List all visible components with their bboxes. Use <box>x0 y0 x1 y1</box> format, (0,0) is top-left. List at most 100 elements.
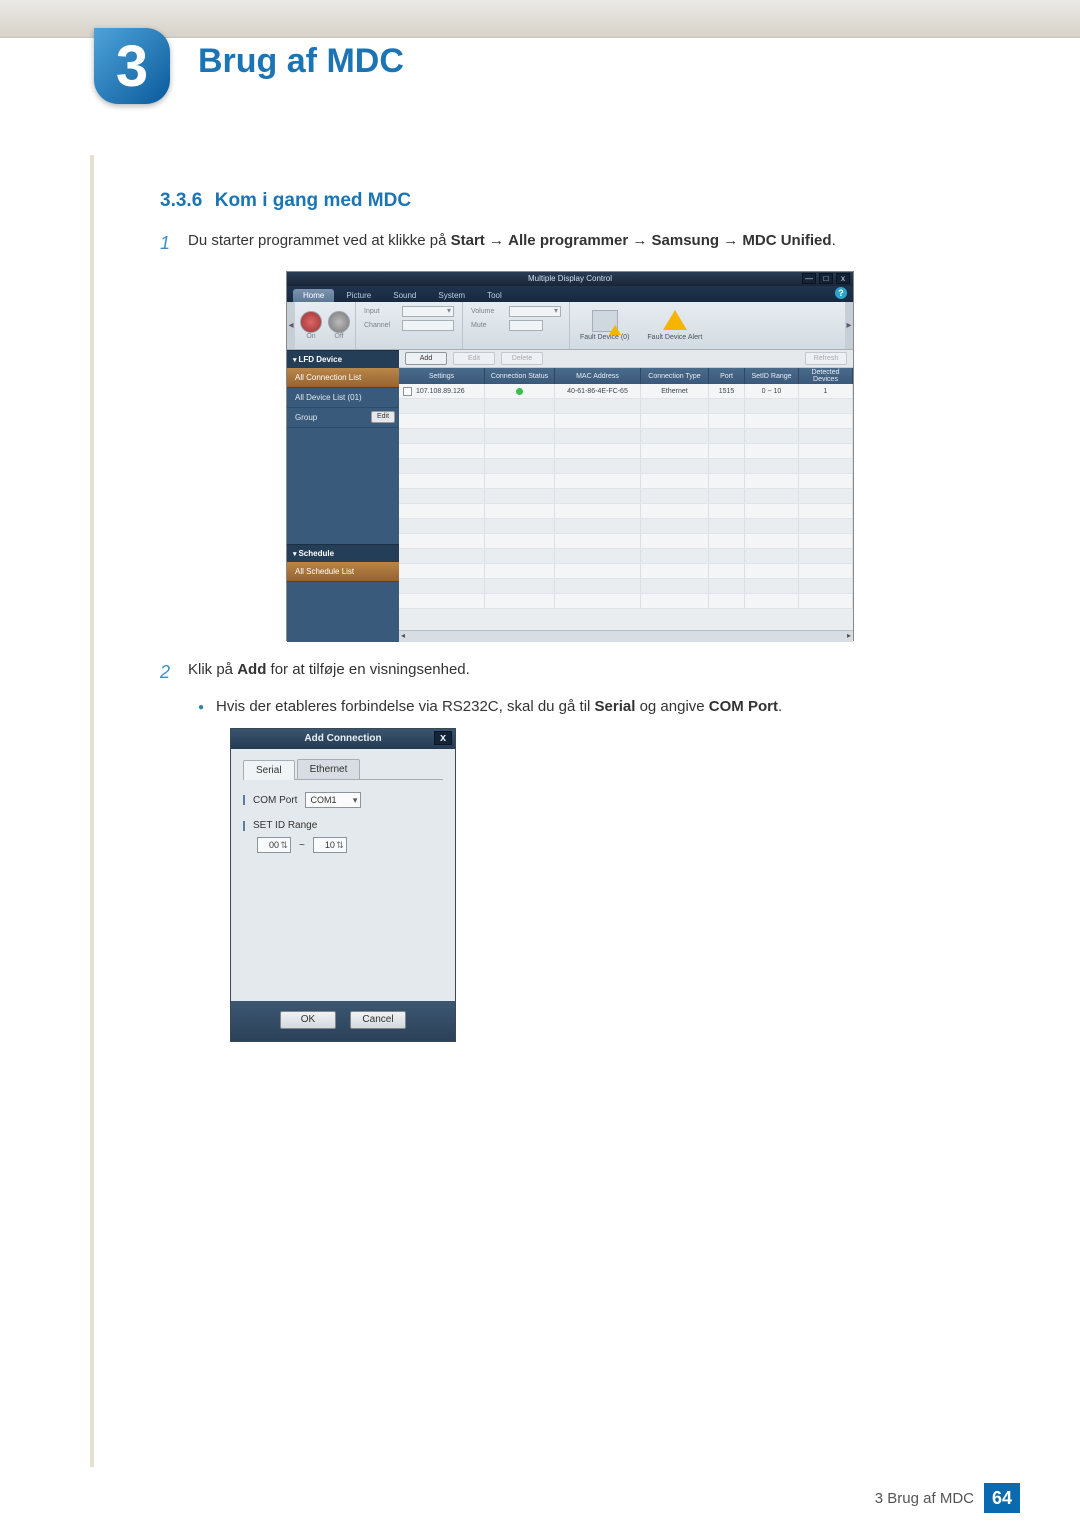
page-footer: 3 Brug af MDC 64 <box>0 1483 1080 1513</box>
mute-label: Mute <box>471 322 505 329</box>
channel-label: Channel <box>364 322 398 329</box>
range-separator: ~ <box>299 840 305 851</box>
footer-label: 3 Brug af MDC <box>875 1490 974 1507</box>
step-number: 2 <box>160 659 188 686</box>
input-label: Input <box>364 308 398 315</box>
tab-home[interactable]: Home <box>293 289 334 302</box>
side-hdr-lfd[interactable]: LFD Device <box>287 350 399 368</box>
comport-row: COM Port COM1 <box>243 792 443 808</box>
cancel-button[interactable]: Cancel <box>350 1011 406 1029</box>
dialog-body: Serial Ethernet COM Port COM1 SET ID Ran… <box>231 749 455 1001</box>
side-hdr-schedule[interactable]: Schedule <box>287 544 399 562</box>
ribbon-scroll-right[interactable]: ▸ <box>845 302 853 349</box>
tab-ethernet[interactable]: Ethernet <box>297 759 361 779</box>
step-1: 1 Du starter programmet ved at klikke på… <box>160 230 980 257</box>
table-row <box>399 474 853 489</box>
col-connstatus: Connection Status <box>485 368 555 384</box>
channel-stepper[interactable] <box>402 320 454 331</box>
horizontal-scrollbar[interactable] <box>399 630 853 642</box>
table-row <box>399 444 853 459</box>
table-row <box>399 564 853 579</box>
col-settings: Settings <box>399 368 485 384</box>
mdc-screenshot: Multiple Display Control — □ x Home Pict… <box>286 271 854 641</box>
section-number: 3.3.6 <box>160 190 202 211</box>
side-panel: LFD Device All Connection List All Devic… <box>287 350 399 642</box>
table-row <box>399 504 853 519</box>
chapter-number-badge: 3 <box>94 28 170 104</box>
field-marker-icon <box>243 795 245 805</box>
main-tabbar: Home Picture Sound System Tool ? <box>287 286 853 302</box>
fault-device-icon[interactable]: Fault Device (0) <box>580 310 629 341</box>
step-2-text: Klik på Add for at tilføje en visningsen… <box>188 659 980 686</box>
ribbon-scroll-left[interactable]: ◂ <box>287 302 295 349</box>
page-top-bar <box>0 0 1080 38</box>
input-select[interactable] <box>402 306 454 317</box>
ribbon-input-group: Input Channel <box>355 302 462 349</box>
dialog-close-button[interactable]: x <box>434 731 452 745</box>
side-all-device[interactable]: All Device List (01) <box>287 388 399 408</box>
row-checkbox[interactable] <box>403 387 412 396</box>
table-row <box>399 399 853 414</box>
power-off-label: Off <box>328 333 350 340</box>
step-1-text: Du starter programmet ved at klikke på S… <box>188 230 980 257</box>
side-group[interactable]: Group Edit <box>287 408 399 428</box>
edit-button[interactable]: Edit <box>453 352 495 365</box>
delete-button[interactable]: Delete <box>501 352 543 365</box>
tab-system[interactable]: System <box>428 289 475 302</box>
range-to-stepper[interactable]: 10 <box>313 837 347 853</box>
side-all-connection[interactable]: All Connection List <box>287 368 399 388</box>
bullet-icon: ● <box>198 698 216 718</box>
table-row <box>399 414 853 429</box>
step-2: 2 Klik på Add for at tilføje en visnings… <box>160 659 980 686</box>
ok-button[interactable]: OK <box>280 1011 336 1029</box>
refresh-button[interactable]: Refresh <box>805 352 847 365</box>
status-dot-icon <box>516 388 523 395</box>
section-title: Kom i gang med MDC <box>215 190 411 211</box>
comport-select[interactable]: COM1 <box>305 792 361 808</box>
bullet-rs232c: ● Hvis der etableres forbindelse via RS2… <box>198 698 980 718</box>
fault-alert-icon[interactable]: Fault Device Alert <box>647 310 702 341</box>
help-icon[interactable]: ? <box>835 287 847 299</box>
table-row <box>399 519 853 534</box>
col-detected: Detected Devices <box>799 368 853 384</box>
action-row: Add Edit Delete Refresh <box>399 350 853 368</box>
col-conntype: Connection Type <box>641 368 709 384</box>
power-off-button[interactable] <box>328 311 350 333</box>
power-on-button[interactable] <box>300 311 322 333</box>
table-row <box>399 549 853 564</box>
step-number: 1 <box>160 230 188 257</box>
group-edit-button[interactable]: Edit <box>371 411 395 423</box>
content-area: 3.3.6 Kom i gang med MDC 1 Du starter pr… <box>160 190 980 1042</box>
window-controls: — □ x <box>802 273 850 284</box>
maximize-button[interactable]: □ <box>819 273 833 284</box>
close-button[interactable]: x <box>836 273 850 284</box>
add-button[interactable]: Add <box>405 352 447 365</box>
mdc-window-title: Multiple Display Control — □ x <box>287 272 853 286</box>
main-panel: Add Edit Delete Refresh Settings Connect… <box>399 350 853 642</box>
col-setid: SetID Range <box>745 368 799 384</box>
chapter-title: Brug af MDC <box>198 42 404 81</box>
tab-sound[interactable]: Sound <box>383 289 426 302</box>
volume-select[interactable] <box>509 306 561 317</box>
setid-label-row: SET ID Range <box>243 820 443 831</box>
tab-picture[interactable]: Picture <box>336 289 381 302</box>
volume-label: Volume <box>471 308 505 315</box>
table-row <box>399 534 853 549</box>
col-mac: MAC Address <box>555 368 641 384</box>
ribbon: ◂ On Off Input Channel Volume Mute <box>287 302 853 350</box>
range-from-stepper[interactable]: 00 <box>257 837 291 853</box>
tab-tool[interactable]: Tool <box>477 289 512 302</box>
tab-serial[interactable]: Serial <box>243 760 295 780</box>
dialog-footer: OK Cancel <box>231 1001 455 1041</box>
side-all-schedule[interactable]: All Schedule List <box>287 562 399 582</box>
power-on-label: On <box>300 333 322 340</box>
col-port: Port <box>709 368 745 384</box>
table-row[interactable]: 107.108.89.126 40-61-86-4E-FC-65 Etherne… <box>399 384 853 399</box>
comport-label: COM Port <box>253 795 297 806</box>
table-row <box>399 579 853 594</box>
mute-toggle[interactable] <box>509 320 543 331</box>
table-row <box>399 594 853 609</box>
table-row <box>399 429 853 444</box>
mdc-body: LFD Device All Connection List All Devic… <box>287 350 853 642</box>
minimize-button[interactable]: — <box>802 273 816 284</box>
